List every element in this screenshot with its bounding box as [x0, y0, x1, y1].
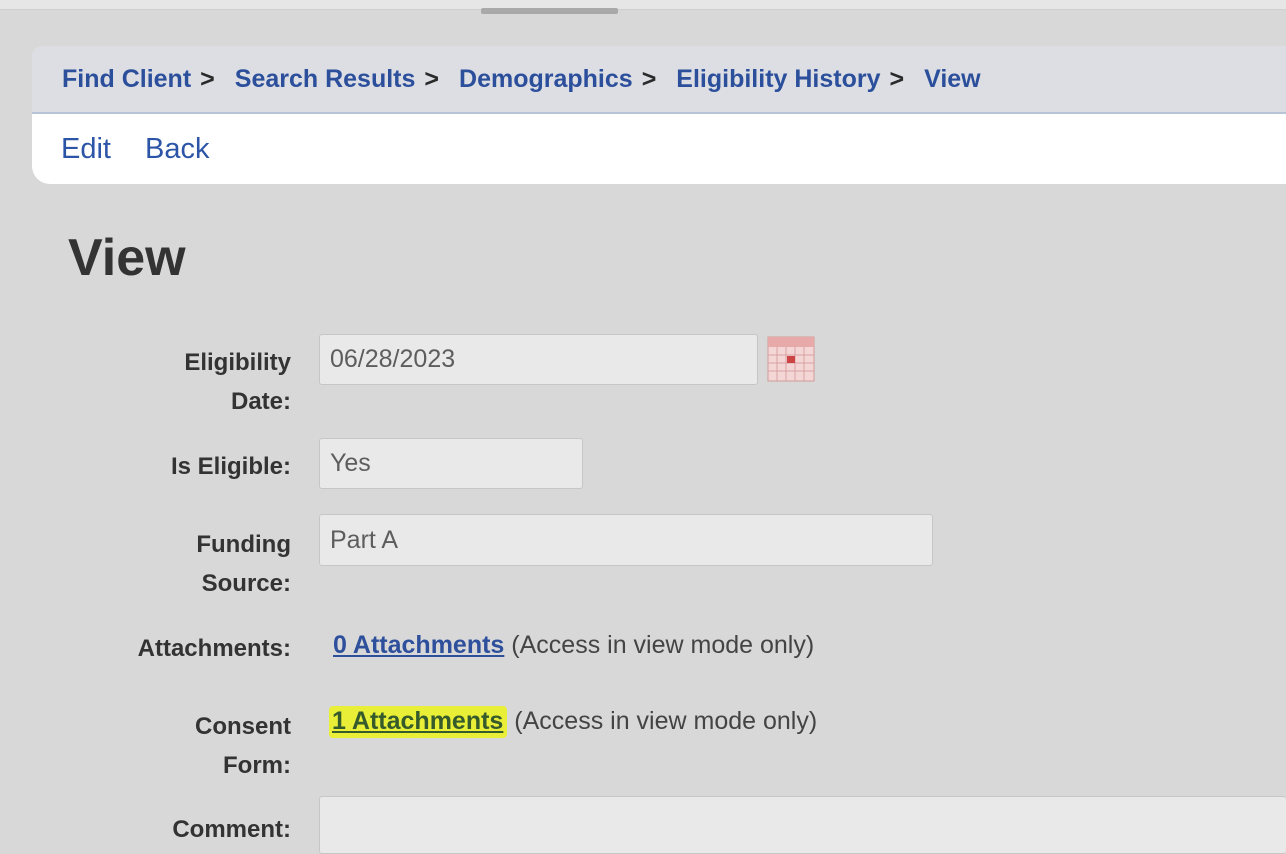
comment-field[interactable] [319, 796, 1286, 854]
comment-label: Comment: [172, 816, 291, 843]
breadcrumb-separator: > [200, 64, 215, 93]
attachments-link[interactable]: 0 Attachments [333, 631, 504, 659]
breadcrumb: Find Client > Search Results > Demograph… [32, 46, 1286, 112]
consent-form-label: Consent Form: [195, 713, 291, 779]
consent-form-attachments-link[interactable]: 1 Attachments [332, 707, 503, 735]
calendar-icon[interactable] [767, 335, 815, 383]
edit-link[interactable]: Edit [61, 133, 111, 166]
breadcrumb-demographics[interactable]: Demographics [459, 65, 633, 94]
attachments-row: 0 Attachments (Access in view mode only) [333, 629, 814, 661]
action-bar: Edit Back [32, 112, 1286, 184]
funding-source-field[interactable]: Part A [319, 514, 933, 566]
breadcrumb-separator: > [641, 64, 657, 93]
is-eligible-label: Is Eligible: [170, 453, 291, 480]
breadcrumb-separator: > [889, 64, 905, 93]
attachments-label: Attachments: [137, 635, 291, 662]
breadcrumb-eligibility-history[interactable]: Eligibility History [676, 65, 880, 94]
is-eligible-field[interactable]: Yes [319, 438, 583, 489]
eligibility-date-field[interactable]: 06/28/2023 [319, 334, 758, 385]
back-link[interactable]: Back [145, 133, 209, 166]
funding-source-label: Funding Source: [196, 531, 291, 597]
consent-form-note: (Access in view mode only) [514, 707, 818, 735]
top-tab-indicator [481, 8, 618, 14]
breadcrumb-search-results[interactable]: Search Results [235, 65, 416, 94]
breadcrumb-separator: > [424, 64, 440, 93]
page-title: View [68, 229, 186, 287]
window-top-strip [0, 0, 1286, 10]
highlight-marker: 1 Attachments [329, 706, 508, 738]
breadcrumb-find-client[interactable]: Find Client [62, 65, 191, 94]
consent-form-row: 1 Attachments (Access in view mode only) [329, 705, 818, 738]
attachments-note: (Access in view mode only) [511, 631, 815, 659]
eligibility-date-label: Eligibility Date: [184, 349, 291, 415]
breadcrumb-view[interactable]: View [924, 65, 981, 94]
